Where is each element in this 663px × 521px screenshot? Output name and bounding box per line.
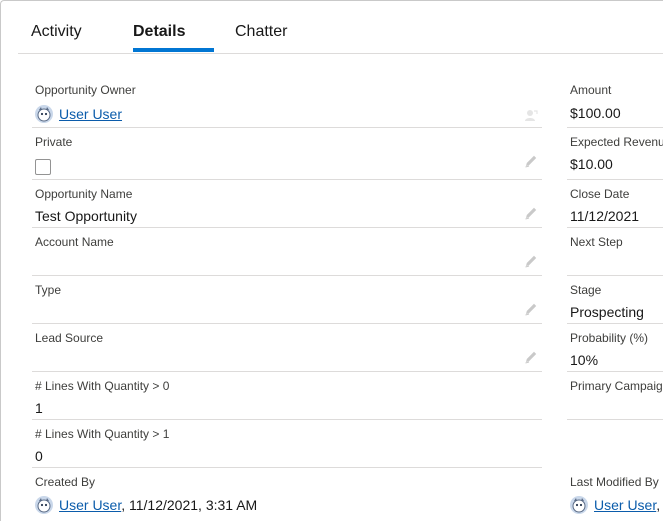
field-primary-campaign: Primary Campaig — [567, 372, 663, 420]
edit-pencil-icon[interactable] — [524, 206, 538, 220]
field-value: Prospecting — [570, 304, 644, 320]
edit-pencil-icon[interactable] — [524, 302, 538, 316]
field-created-by: Created By User User, 11/12/2021, 3:31 A… — [32, 468, 542, 521]
field-value: $10.00 — [570, 156, 613, 172]
field-opportunity-owner: Opportunity Owner User User — [32, 76, 542, 128]
field-label: Lead Source — [35, 331, 104, 345]
field-amount: Amount $100.00 — [567, 76, 663, 128]
last-modified-by-user-link[interactable]: User User — [594, 497, 656, 513]
field-account-name: Account Name — [32, 228, 542, 276]
field-value: User User, — [570, 496, 660, 514]
created-by-timestamp: , 11/12/2021, 3:31 AM — [121, 497, 258, 513]
field-label: Opportunity Owner — [35, 83, 136, 97]
change-owner-icon[interactable] — [524, 108, 538, 122]
field-type: Type — [32, 276, 542, 324]
tab-activity[interactable]: Activity — [31, 23, 82, 41]
field-label: Expected Revenu — [570, 135, 663, 149]
field-value: 0 — [35, 448, 43, 464]
tab-bar: Activity Details Chatter — [18, 1, 663, 54]
record-details-panel: Activity Details Chatter Opportunity Own… — [0, 0, 663, 521]
user-avatar-icon — [35, 105, 53, 123]
field-close-date: Close Date 11/12/2021 — [567, 180, 663, 228]
field-value: User User, 11/12/2021, 3:31 AM — [35, 496, 257, 514]
field-lines-quantity-gt-0: # Lines With Quantity > 0 1 — [32, 372, 542, 420]
user-avatar-icon — [35, 496, 53, 514]
user-avatar-icon — [570, 496, 588, 514]
field-label: # Lines With Quantity > 1 — [35, 427, 170, 441]
edit-pencil-icon[interactable] — [524, 350, 538, 364]
field-value: 10% — [570, 352, 599, 368]
field-private: Private — [32, 128, 542, 180]
tab-details[interactable]: Details — [133, 23, 185, 41]
field-value: Test Opportunity — [35, 208, 137, 224]
edit-pencil-icon[interactable] — [524, 154, 538, 168]
created-by-user-link[interactable]: User User — [59, 497, 121, 513]
field-label: Stage — [570, 283, 602, 297]
field-next-step: Next Step — [567, 228, 663, 276]
field-last-modified-by: Last Modified By User User, — [567, 468, 663, 521]
tab-chatter[interactable]: Chatter — [235, 23, 287, 41]
field-label: Type — [35, 283, 62, 297]
field-opportunity-name: Opportunity Name Test Opportunity — [32, 180, 542, 228]
field-lead-source: Lead Source — [32, 324, 542, 372]
field-stage: Stage Prospecting — [567, 276, 663, 324]
private-checkbox[interactable] — [35, 159, 51, 175]
field-label: Account Name — [35, 235, 114, 249]
field-value: 11/12/2021 — [570, 208, 640, 224]
field-label: Close Date — [570, 187, 630, 201]
field-label: Amount — [570, 83, 612, 97]
field-label: Opportunity Name — [35, 187, 133, 201]
field-probability: Probability (%) 10% — [567, 324, 663, 372]
active-tab-indicator — [133, 48, 214, 52]
edit-pencil-icon[interactable] — [524, 254, 538, 268]
field-lines-quantity-gt-1: # Lines With Quantity > 1 0 — [32, 420, 542, 468]
field-label: Last Modified By — [570, 475, 659, 489]
owner-link[interactable]: User User — [59, 106, 122, 122]
field-value: 1 — [35, 400, 43, 416]
field-expected-revenue: Expected Revenu $10.00 — [567, 128, 663, 180]
field-label: Probability (%) — [570, 331, 649, 345]
last-modified-by-suffix: , — [656, 497, 661, 513]
field-label: Created By — [35, 475, 96, 489]
field-label: # Lines With Quantity > 0 — [35, 379, 170, 393]
field-value: $100.00 — [570, 105, 621, 121]
field-label: Private — [35, 135, 73, 149]
field-value: User User — [35, 105, 122, 123]
field-label: Next Step — [570, 235, 623, 249]
field-label: Primary Campaig — [570, 379, 663, 393]
